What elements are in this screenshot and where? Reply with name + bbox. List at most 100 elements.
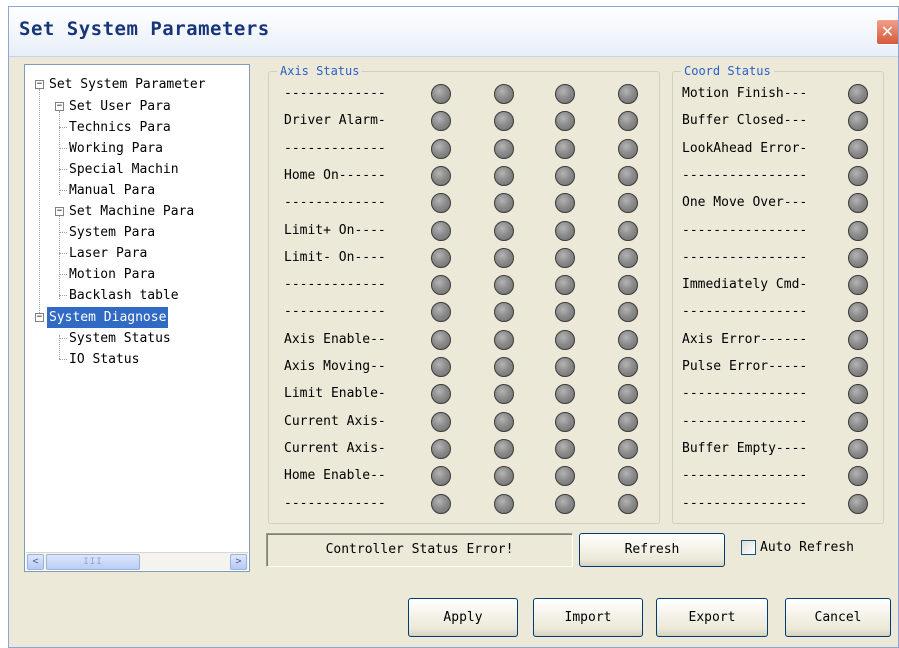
axis-status-led-indicator <box>618 220 638 241</box>
axis-status-led-indicator <box>618 165 638 186</box>
axis-status-led-indicator <box>618 329 638 350</box>
axis-status-label: Axis Enable-- <box>284 331 386 347</box>
axis-status-label: Driver Alarm- <box>284 113 386 129</box>
axis-status-led-indicator <box>618 247 638 268</box>
coord-status-label: ---------------- <box>682 222 808 238</box>
coord-status-led-indicator <box>848 357 868 377</box>
axis-status-label: ------------- <box>284 495 386 511</box>
axis-status-led-indicator <box>431 329 451 350</box>
coord-status-led-indicator <box>848 329 868 350</box>
apply-button[interactable]: Apply <box>408 598 518 637</box>
axis-status-led-indicator <box>555 165 575 186</box>
collapse-icon[interactable]: − <box>35 313 44 322</box>
tree-item-label: IO Status <box>69 352 140 367</box>
auto-refresh-label: Auto Refresh <box>760 540 854 555</box>
tree-item-label: Manual Para <box>69 183 156 198</box>
axis-status-led-indicator <box>555 438 575 459</box>
axis-status-led-indicator <box>618 84 638 104</box>
axis-status-led-indicator <box>431 411 451 432</box>
tree-item-label: Special Machin <box>69 162 179 177</box>
coord-status-led-indicator <box>848 411 868 432</box>
coord-status-led-indicator <box>848 247 868 268</box>
axis-status-led-indicator <box>431 84 451 104</box>
axis-status-led-indicator <box>555 357 575 377</box>
coord-status-led-indicator <box>848 220 868 241</box>
coord-status-led-indicator <box>848 438 868 459</box>
coord-status-led-indicator <box>848 84 868 104</box>
tree-item-label: Technics Para <box>69 120 171 135</box>
coord-status-label: Axis Error------ <box>682 331 808 347</box>
axis-status-led-indicator <box>494 84 514 104</box>
window-title: Set System Parameters <box>19 18 270 40</box>
tree-item-label: Set User Para <box>69 99 171 114</box>
axis-status-led-indicator <box>494 438 514 459</box>
export-button[interactable]: Export <box>656 598 768 637</box>
axis-status-led-indicator <box>431 138 451 159</box>
axis-status-led-indicator <box>431 357 451 377</box>
axis-status-led-indicator <box>618 493 638 514</box>
scrollbar-thumb[interactable]: III <box>46 554 140 570</box>
axis-status-led-indicator <box>494 138 514 159</box>
cancel-button[interactable]: Cancel <box>785 598 891 637</box>
axis-status-label: Home Enable-- <box>284 468 386 484</box>
auto-refresh-checkbox[interactable] <box>741 540 756 555</box>
controller-status-message: Controller Status Error! <box>266 533 573 567</box>
axis-status-label: ------------- <box>284 86 386 101</box>
axis-status-led-indicator <box>431 220 451 241</box>
tree-item-label: Working Para <box>69 141 163 156</box>
axis-status-led-indicator <box>618 275 638 296</box>
collapse-icon[interactable]: − <box>35 80 44 89</box>
coord-status-label: LookAhead Error- <box>682 140 808 156</box>
axis-status-label: Current Axis- <box>284 413 386 429</box>
coord-status-label: ---------------- <box>682 468 808 484</box>
axis-status-label: Limit Enable- <box>284 386 386 402</box>
axis-status-label: Current Axis- <box>284 440 386 456</box>
tree-item-label: Laser Para <box>69 246 148 261</box>
axis-status-led-indicator <box>618 411 638 432</box>
axis-status-label: Limit- On---- <box>284 249 386 265</box>
coord-status-led-indicator <box>848 165 868 186</box>
horizontal-scrollbar[interactable]: < III > <box>26 552 248 570</box>
axis-status-led-indicator <box>555 411 575 432</box>
coord-status-label: ---------------- <box>682 413 808 429</box>
axis-status-label: Home On------ <box>284 167 386 183</box>
axis-status-label: Axis Moving-- <box>284 359 386 374</box>
import-button[interactable]: Import <box>533 598 643 637</box>
tree-connector <box>59 111 60 195</box>
axis-status-led-indicator <box>494 220 514 241</box>
collapse-icon[interactable]: − <box>55 102 64 111</box>
refresh-button[interactable]: Refresh <box>579 533 725 567</box>
coord-status-label: ---------------- <box>682 386 808 402</box>
axis-status-led-indicator <box>494 329 514 350</box>
parameter-tree[interactable]: − Set System Parameter − Set User Para T… <box>24 64 250 572</box>
coord-status-label: Buffer Closed--- <box>682 113 808 129</box>
close-button[interactable]: ✕ <box>876 19 898 45</box>
axis-status-led-indicator <box>431 275 451 296</box>
title-bar: Set System Parameters ✕ <box>9 7 898 57</box>
coord-status-label: ---------------- <box>682 304 808 320</box>
axis-status-led-indicator <box>431 165 451 186</box>
axis-status-label: ------------- <box>284 140 386 156</box>
tree-item-label: Set Machine Para <box>69 204 195 219</box>
tree-item-label: Motion Para <box>69 267 156 282</box>
axis-status-led-indicator <box>494 357 514 377</box>
axis-status-led-indicator <box>494 247 514 268</box>
tree-item-label: Backlash table <box>69 288 179 303</box>
coord-status-label: ---------------- <box>682 495 808 511</box>
axis-status-led-indicator <box>555 220 575 241</box>
axis-status-label: ------------- <box>284 304 386 320</box>
axis-status-led-indicator <box>618 438 638 459</box>
coord-status-led-indicator <box>848 275 868 296</box>
axis-status-led-indicator <box>555 138 575 159</box>
scroll-left-icon[interactable]: < <box>27 554 44 570</box>
tree-item-label: Set System Parameter <box>49 77 206 92</box>
tree-item-label: System Status <box>69 331 171 346</box>
coord-status-title: Coord Status <box>681 63 774 79</box>
axis-status-led-indicator <box>431 493 451 514</box>
axis-status-led-indicator <box>555 275 575 296</box>
coord-status-led-indicator <box>848 493 868 514</box>
axis-status-title: Axis Status <box>277 63 363 79</box>
scroll-right-icon[interactable]: > <box>230 554 247 570</box>
coord-status-label: ---------------- <box>682 249 808 265</box>
collapse-icon[interactable]: − <box>55 207 64 216</box>
